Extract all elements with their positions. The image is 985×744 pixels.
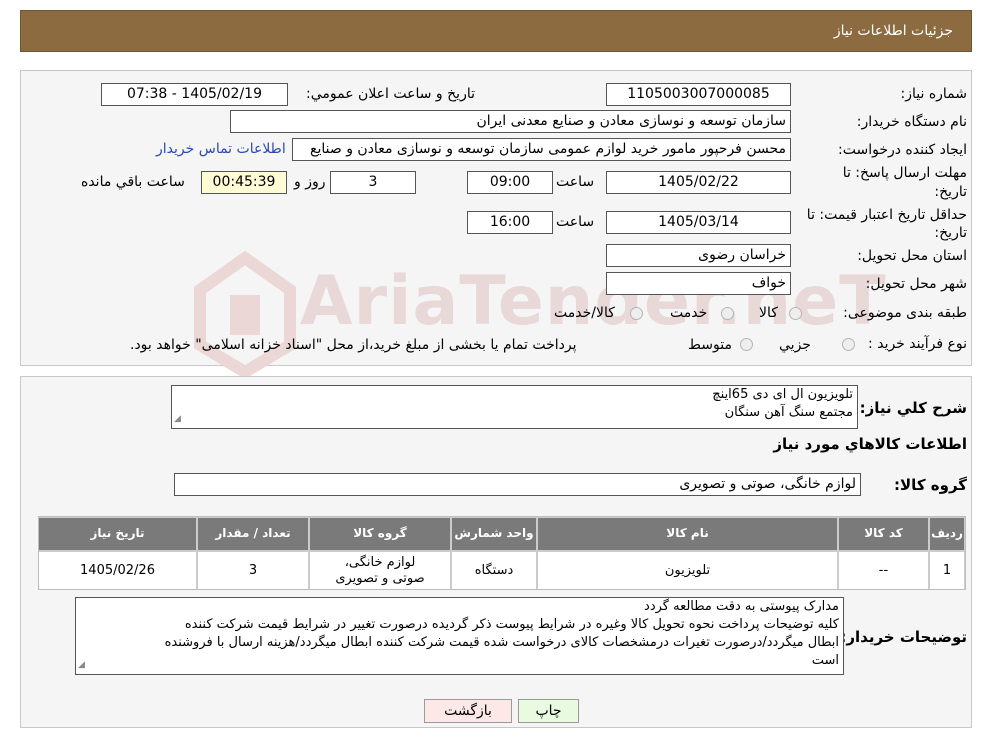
category-option-goods-service: کالا/خدمت: [554, 305, 615, 321]
summary-line-2: مجتمع سنگ آهن سنگان: [724, 405, 853, 420]
buyer-notes-line-2: کلیه توضیحات پرداخت نحوه تحویل کالا وغیر…: [184, 617, 839, 632]
announce-datetime-field: 1405/02/19 - 07:38: [101, 83, 288, 106]
days-label: روز و: [294, 174, 326, 190]
days-field: 3: [330, 171, 416, 194]
price-validity-time-label: ساعت: [556, 214, 595, 230]
city-label: شهر محل تحويل:: [865, 276, 967, 292]
col-header-code: کد کالا: [839, 518, 928, 550]
goods-section-title: اطلاعات کالاهاي مورد نياز: [773, 435, 967, 453]
buyer-org-field: سازمان توسعه و نوسازی معادن و صنایع معدن…: [230, 110, 791, 133]
col-header-quantity: تعداد / مقدار: [198, 518, 308, 550]
process-type-label: نوع فرآيند خريد :: [868, 336, 967, 352]
page-header: جزئیات اطلاعات نیاز: [20, 10, 972, 52]
table-cell-row-no: 1: [930, 552, 964, 589]
need-number-label: شماره نیاز:: [900, 86, 968, 102]
back-button[interactable]: بازگشت: [424, 699, 512, 723]
buyer-notes-label: توضيحات خريدار:: [840, 628, 967, 646]
category-option-service: خدمت: [670, 305, 708, 321]
table-cell-need-date: 1405/02/26: [39, 552, 196, 589]
buyer-notes-line-4: است: [811, 653, 839, 668]
resize-grip-icon: ◢: [78, 660, 85, 670]
col-header-row-no: رديف: [930, 518, 964, 550]
print-button[interactable]: چاپ: [518, 699, 579, 723]
category-radio-service[interactable]: [721, 307, 734, 320]
category-label: طبقه بندی موضوعی:: [843, 305, 967, 321]
buyer-org-label: نام دستگاه خريدار:: [856, 114, 967, 130]
goods-table: رديف کد کالا نام کالا واحد شمارش گروه کا…: [38, 516, 966, 590]
announce-label: تاریخ و ساعت اعلان عمومي:: [306, 86, 475, 102]
requester-label: ايجاد کننده درخواست:: [838, 142, 967, 158]
col-header-unit: واحد شمارش: [452, 518, 536, 550]
watermark-logo: [190, 250, 300, 380]
process-option-medium: متوسط: [688, 337, 732, 353]
table-cell-quantity: 3: [198, 552, 308, 589]
buyer-notes-line-3: ابطال میگردد/درصورت تغیرات درمشخصات کالا…: [164, 635, 839, 650]
price-validity-label-cont: تاريخ:: [934, 225, 967, 241]
process-treasury-note: پرداخت تمام یا بخشی از مبلغ خرید،از محل …: [130, 337, 577, 353]
buyer-notes-line-1: مدارک پیوستی به دقت مطالعه گردد: [644, 599, 839, 614]
table-cell-code: --: [839, 552, 928, 589]
process-radio-medium[interactable]: [740, 338, 753, 351]
price-validity-date-field: 1405/03/14: [606, 211, 791, 234]
remaining-time-label: ساعت باقي مانده: [81, 174, 185, 190]
price-validity-label: حداقل تاريخ اعتبار قيمت: تا: [806, 207, 967, 223]
table-cell-name: تلویزیون: [538, 552, 837, 589]
deadline-label: مهلت ارسال پاسخ: تا: [842, 165, 967, 181]
deadline-time-field: 09:00: [467, 171, 553, 194]
process-radio-minor[interactable]: [842, 338, 855, 351]
table-cell-unit: دستگاه: [452, 552, 536, 589]
category-radio-goods-service[interactable]: [630, 307, 643, 320]
deadline-time-label: ساعت: [556, 174, 595, 190]
col-header-name: نام کالا: [538, 518, 837, 550]
category-option-goods: کالا: [759, 305, 778, 321]
process-option-minor: جزيي: [779, 337, 811, 353]
price-validity-time-field: 16:00: [467, 211, 553, 234]
summary-line-1: تلویزیون ال ای دی 65اینچ: [712, 387, 853, 402]
requester-field: محسن فرحپور مامور خرید لوازم عمومی سازما…: [292, 138, 791, 161]
summary-label: شرح کلي نياز:: [859, 399, 967, 417]
watermark-text: AriaTender.neT: [300, 262, 887, 341]
province-label: استان محل تحويل:: [857, 248, 967, 264]
resize-grip-icon: ◢: [174, 414, 181, 424]
deadline-date-field: 1405/02/22: [606, 171, 791, 194]
buyer-notes-textarea[interactable]: مدارک پیوستی به دقت مطالعه گردد کلیه توض…: [75, 597, 844, 675]
col-header-need-date: تاريخ نياز: [39, 518, 196, 550]
city-field: خواف: [606, 272, 791, 295]
category-radio-goods[interactable]: [789, 307, 802, 320]
deadline-label-cont: تاريخ:: [934, 184, 967, 200]
col-header-group: گروه کالا: [310, 518, 450, 550]
table-cell-group: لوازم خانگی، صوتی و تصویری: [310, 552, 450, 589]
summary-textarea[interactable]: تلویزیون ال ای دی 65اینچ مجتمع سنگ آهن س…: [171, 385, 858, 429]
goods-group-label: گروه کالا:: [894, 476, 967, 494]
need-number-field: 1105003007000085: [606, 83, 791, 106]
remaining-time-field: 00:45:39: [201, 171, 287, 194]
province-field: خراسان رضوی: [606, 244, 791, 267]
page-title: جزئیات اطلاعات نیاز: [833, 23, 953, 39]
buyer-contact-link[interactable]: اطلاعات تماس خريدار: [156, 141, 286, 157]
goods-group-field: لوازم خانگی، صوتی و تصویری: [174, 473, 861, 496]
